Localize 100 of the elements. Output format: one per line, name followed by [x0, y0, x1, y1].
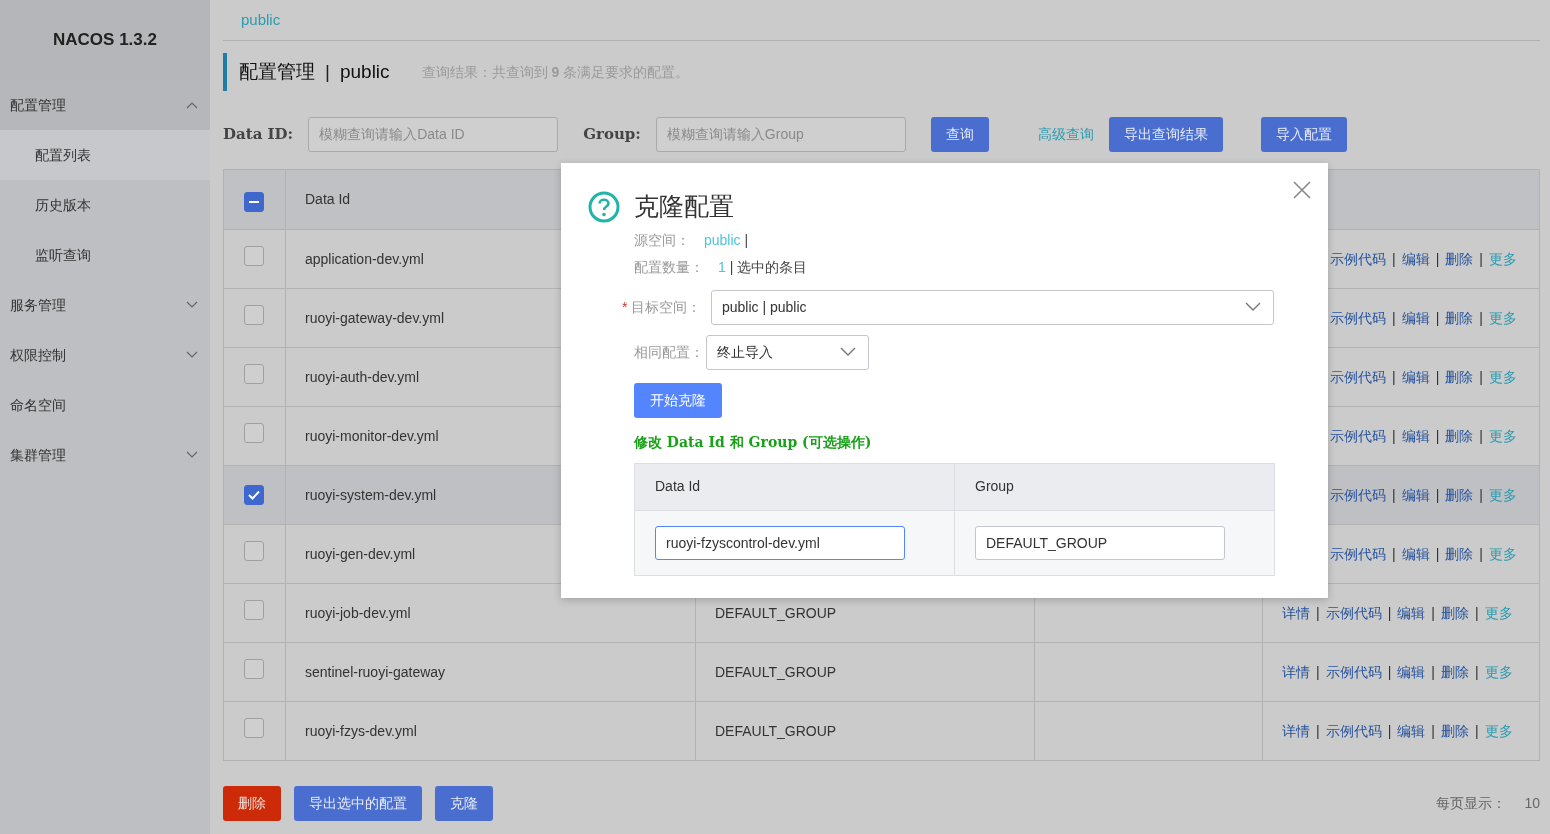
checkbox[interactable] — [244, 364, 264, 384]
action-link[interactable]: 编辑 — [1401, 366, 1430, 388]
footer-button[interactable]: 删除 — [223, 786, 281, 821]
action-link[interactable]: 编辑 — [1401, 484, 1430, 506]
action-link[interactable]: 示例代码 — [1330, 307, 1386, 329]
chevron-icon — [186, 351, 198, 359]
start-clone-button[interactable]: 开始克隆 — [634, 382, 722, 418]
search-field[interactable]: 模糊查询请输入Group — [655, 116, 906, 152]
title-separator: | — [325, 59, 330, 84]
chevron-icon — [186, 301, 198, 309]
input-field[interactable]: ruoyi-fzyscontrol-dev.yml — [655, 525, 905, 560]
action-link[interactable]: 示例代码 — [1330, 425, 1386, 447]
toolbar-button[interactable]: 查询 — [930, 116, 989, 152]
action-link[interactable]: 示例代码 — [1330, 248, 1386, 270]
info-text: | 选中的条目 — [729, 258, 808, 277]
footer-button[interactable]: 导出选中的配置 — [294, 786, 422, 821]
action-link[interactable]: 删除 — [1445, 366, 1474, 388]
sidebar-item[interactable]: 命名空间 — [10, 394, 66, 416]
toolbar-button[interactable]: 导出查询结果 — [1108, 116, 1223, 152]
link-separator: | — [1479, 544, 1483, 564]
action-link[interactable]: 编辑 — [1401, 307, 1430, 329]
check-icon — [248, 489, 260, 500]
field-label: Group: — [583, 123, 641, 145]
action-link[interactable]: 示例代码 — [1325, 720, 1382, 742]
minus-icon — [249, 200, 259, 203]
table-cell: DEFAULT_GROUP — [715, 722, 837, 739]
close-icon[interactable] — [1293, 181, 1311, 199]
action-link[interactable]: 编辑 — [1397, 720, 1426, 742]
action-link[interactable]: 编辑 — [1401, 543, 1430, 565]
action-link[interactable]: 删除 — [1445, 307, 1474, 329]
search-field[interactable]: 模糊查询请输入Data ID — [308, 116, 559, 152]
sidebar-item[interactable]: 集群管理 — [10, 444, 66, 466]
sidebar-group[interactable]: 配置管理 — [0, 80, 210, 130]
checkbox[interactable] — [244, 718, 264, 738]
info-label: 源空间： — [634, 231, 690, 250]
checkbox[interactable] — [244, 600, 264, 620]
checkbox[interactable] — [244, 191, 264, 212]
sidebar-subitem[interactable]: 监听查询 — [0, 230, 210, 280]
input-field[interactable]: DEFAULT_GROUP — [975, 525, 1225, 560]
footer-button[interactable]: 克隆 — [435, 786, 493, 821]
chevron-icon — [840, 347, 856, 357]
action-link[interactable]: 删除 — [1445, 425, 1474, 447]
toolbar-button[interactable]: 导入配置 — [1260, 116, 1347, 152]
table-cell: application-dev.yml — [305, 250, 424, 267]
link-separator: | — [1392, 249, 1396, 269]
table-cell: sentinel-ruoyi-gateway — [305, 663, 446, 680]
conflict-policy-select[interactable]: 终止导入 — [706, 334, 869, 370]
action-link[interactable]: 删除 — [1445, 543, 1474, 565]
link-separator: | — [1435, 249, 1440, 269]
page-size-value[interactable]: 10 — [1524, 793, 1540, 814]
link-separator: | — [1431, 721, 1435, 741]
table-cell: ruoyi-auth-dev.yml — [305, 368, 420, 385]
action-link[interactable]: 删除 — [1440, 720, 1469, 742]
checkbox[interactable] — [244, 423, 264, 443]
link-separator: | — [1474, 662, 1479, 682]
action-link[interactable]: 示例代码 — [1325, 661, 1382, 683]
checkbox[interactable] — [244, 305, 264, 325]
edit-hint: 修改 Data Id 和 Group (可选操作) — [634, 432, 873, 452]
link-separator: | — [1392, 426, 1396, 446]
sidebar-item[interactable]: 服务管理 — [10, 294, 66, 316]
sidebar-subitem[interactable]: 配置列表 — [0, 130, 210, 180]
checkbox[interactable] — [244, 246, 264, 266]
action-link[interactable]: 示例代码 — [1330, 543, 1386, 565]
table-cell: DEFAULT_GROUP — [715, 663, 837, 680]
action-link[interactable]: 详情 — [1282, 602, 1310, 624]
action-link[interactable]: 编辑 — [1397, 661, 1426, 683]
link-separator: | — [1392, 308, 1396, 328]
info-value: public — [704, 231, 741, 250]
action-link[interactable]: 详情 — [1282, 720, 1310, 742]
action-link[interactable]: 示例代码 — [1330, 366, 1386, 388]
info-label: 配置数量： — [634, 258, 704, 277]
link-separator: | — [1316, 662, 1320, 682]
link-separator: | — [1431, 603, 1435, 623]
page-title: 配置管理 — [239, 59, 315, 84]
action-link[interactable]: 删除 — [1445, 484, 1474, 506]
action-link[interactable]: 示例代码 — [1325, 602, 1382, 624]
chevron-icon — [1245, 302, 1261, 312]
table-cell: ruoyi-fzys-dev.yml — [305, 722, 417, 739]
sidebar-item[interactable]: 权限控制 — [10, 344, 66, 366]
checkbox[interactable] — [244, 659, 264, 679]
action-link[interactable]: 编辑 — [1397, 602, 1426, 624]
action-link[interactable]: 示例代码 — [1330, 484, 1386, 506]
action-link[interactable]: 详情 — [1282, 661, 1310, 683]
action-link[interactable]: 删除 — [1440, 602, 1469, 624]
action-link[interactable]: 编辑 — [1401, 248, 1430, 270]
checkbox[interactable] — [244, 541, 264, 561]
table-cell: ruoyi-monitor-dev.yml — [305, 427, 439, 444]
target-namespace-select[interactable]: public | public — [711, 289, 1274, 325]
link-separator: | — [1479, 426, 1483, 446]
table-cell: DEFAULT_GROUP — [715, 604, 837, 621]
chevron-icon — [186, 101, 198, 109]
action-link[interactable]: 删除 — [1445, 248, 1474, 270]
column-header: Data Id — [634, 463, 955, 510]
sidebar-subitem[interactable]: 历史版本 — [0, 180, 210, 230]
checkbox[interactable] — [244, 484, 264, 505]
info-separator: | — [744, 231, 749, 250]
app-title: NACOS 1.3.2 — [53, 29, 157, 52]
action-link[interactable]: 删除 — [1440, 661, 1469, 683]
table-cell: ruoyi-gateway-dev.yml — [305, 309, 444, 326]
action-link[interactable]: 编辑 — [1401, 425, 1430, 447]
